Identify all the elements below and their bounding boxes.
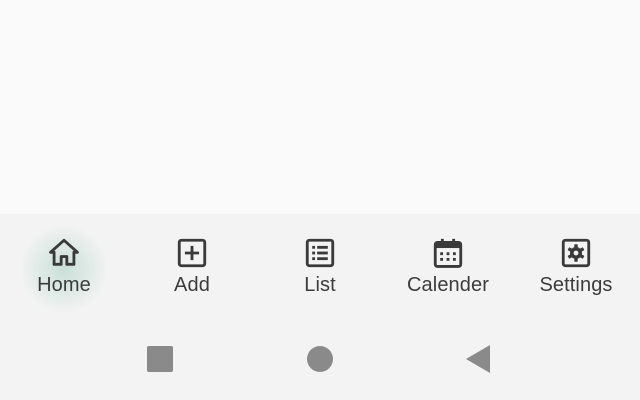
home-circle-icon[interactable] xyxy=(300,342,340,376)
app-screen: Home Add List Calender Settings xyxy=(0,0,640,400)
nav-item-calendar[interactable]: Calender xyxy=(384,214,512,316)
list-icon xyxy=(303,236,337,270)
nav-label-list: List xyxy=(304,274,336,296)
nav-item-home[interactable]: Home xyxy=(0,214,128,316)
settings-icon xyxy=(559,236,593,270)
nav-label-add: Add xyxy=(174,274,210,296)
nav-label-settings: Settings xyxy=(539,274,613,296)
main-content-area xyxy=(0,0,640,214)
calendar-icon xyxy=(431,236,465,270)
nav-label-calendar: Calender xyxy=(407,274,489,296)
nav-label-home: Home xyxy=(37,274,91,296)
back-triangle-icon[interactable] xyxy=(460,342,500,376)
add-box-icon xyxy=(175,236,209,270)
home-icon xyxy=(47,236,81,270)
nav-item-settings[interactable]: Settings xyxy=(512,214,640,316)
recents-square-icon[interactable] xyxy=(140,342,180,376)
system-navigation-bar xyxy=(0,316,640,400)
nav-item-add[interactable]: Add xyxy=(128,214,256,316)
bottom-navigation-bar: Home Add List Calender Settings xyxy=(0,214,640,316)
nav-item-list[interactable]: List xyxy=(256,214,384,316)
